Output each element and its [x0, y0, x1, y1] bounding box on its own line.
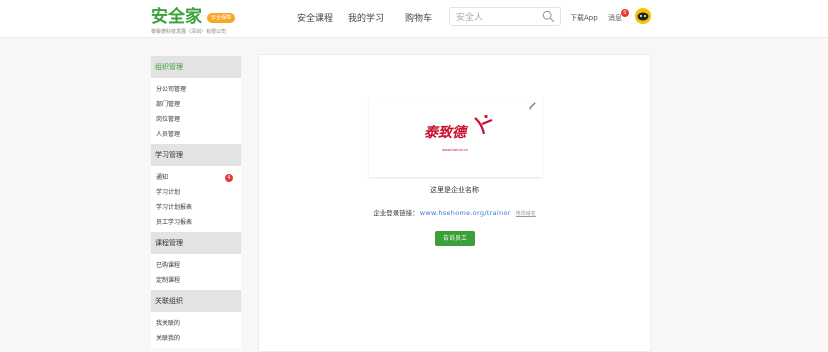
sidebar-item-department[interactable]: 部门管理 — [151, 97, 241, 112]
avatar-face-icon — [635, 8, 651, 24]
sidebar-item-learning-plan[interactable]: 学习计划 — [151, 185, 241, 200]
sidebar-section-courses-body: 已购课程 定制课程 — [151, 254, 241, 290]
sidebar-section-courses[interactable]: 课程管理 — [151, 232, 241, 254]
sidebar-item-position[interactable]: 岗位管理 — [151, 112, 241, 127]
search-input[interactable] — [454, 10, 544, 25]
message-count-badge: 0 — [621, 9, 629, 17]
sidebar-item-branch[interactable]: 分公司管理 — [151, 82, 241, 97]
sidebar-item-staff-report[interactable]: 员工学习报表 — [151, 215, 241, 230]
edit-logo-icon[interactable] — [528, 101, 537, 110]
company-logo-mark-icon — [474, 114, 493, 135]
login-link-url[interactable]: www.hsehome.org/trainor — [420, 209, 511, 217]
logo-subtitle: 泰致德科技发展（深圳）有限公司 — [151, 29, 227, 35]
search-icon[interactable] — [542, 10, 555, 23]
sidebar-item-purchased[interactable]: 已购课程 — [151, 258, 241, 273]
main-panel: 泰致德 www.trainor.cn 这里是企业名称 企业登录链接：www.hs… — [258, 54, 651, 352]
sidebar-item-notice-label: 通知 — [156, 174, 169, 181]
sidebar-section-linked[interactable]: 关联组织 — [151, 290, 241, 312]
sidebar: 组织管理 分公司管理 部门管理 岗位管理 人员管理 学习管理 通知 4 学习计划… — [151, 56, 241, 348]
sidebar-item-notice[interactable]: 通知 4 — [151, 170, 241, 185]
sidebar-item-linked-me[interactable]: 关联我的 — [151, 331, 241, 346]
company-logo-box: 泰致德 www.trainor.cn — [369, 97, 542, 177]
company-logo-url: www.trainor.cn — [442, 148, 469, 152]
messages-link[interactable]: 消息 — [608, 13, 622, 23]
logo-text: 安全家 — [151, 7, 202, 27]
top-header: 安全家 安全保障 泰致德科技发展（深圳）有限公司 安全课程 我的学习 购物车 下… — [0, 0, 828, 38]
sidebar-item-personnel[interactable]: 人员管理 — [151, 127, 241, 142]
company-logo-text: 泰致德 — [424, 125, 466, 141]
login-link-label: 企业登录链接： — [373, 209, 419, 217]
sidebar-section-learning-body: 通知 4 学习计划 学习计划报表 员工学习报表 — [151, 166, 241, 232]
sidebar-item-custom[interactable]: 定制课程 — [151, 273, 241, 288]
notice-count-badge: 4 — [225, 174, 233, 182]
sidebar-item-i-linked[interactable]: 我关联的 — [151, 316, 241, 331]
download-app-link[interactable]: 下载App — [570, 13, 598, 23]
invite-staff-button[interactable]: 告诉员工 — [435, 231, 475, 246]
search-box — [449, 7, 561, 26]
sidebar-item-plan-report[interactable]: 学习计划报表 — [151, 200, 241, 215]
logo-badge: 安全保障 — [207, 13, 236, 23]
sidebar-section-linked-body: 我关联的 关联我的 — [151, 312, 241, 348]
site-logo[interactable]: 安全家 安全保障 泰致德科技发展（深圳）有限公司 — [151, 7, 236, 35]
nav-my-learning[interactable]: 我的学习 — [348, 11, 384, 24]
user-avatar[interactable] — [635, 8, 651, 24]
sidebar-section-org[interactable]: 组织管理 — [151, 56, 241, 78]
modify-domain-link[interactable]: 修改域名 — [516, 211, 536, 217]
company-name: 这里是企业名称 — [430, 186, 479, 194]
login-link-row: 企业登录链接：www.hsehome.org/trainor 修改域名 — [259, 207, 650, 217]
sidebar-section-org-body: 分公司管理 部门管理 岗位管理 人员管理 — [151, 78, 241, 144]
sidebar-section-learning[interactable]: 学习管理 — [151, 144, 241, 166]
nav-shopping-cart[interactable]: 购物车 — [405, 11, 432, 24]
nav-safety-courses[interactable]: 安全课程 — [297, 11, 333, 24]
